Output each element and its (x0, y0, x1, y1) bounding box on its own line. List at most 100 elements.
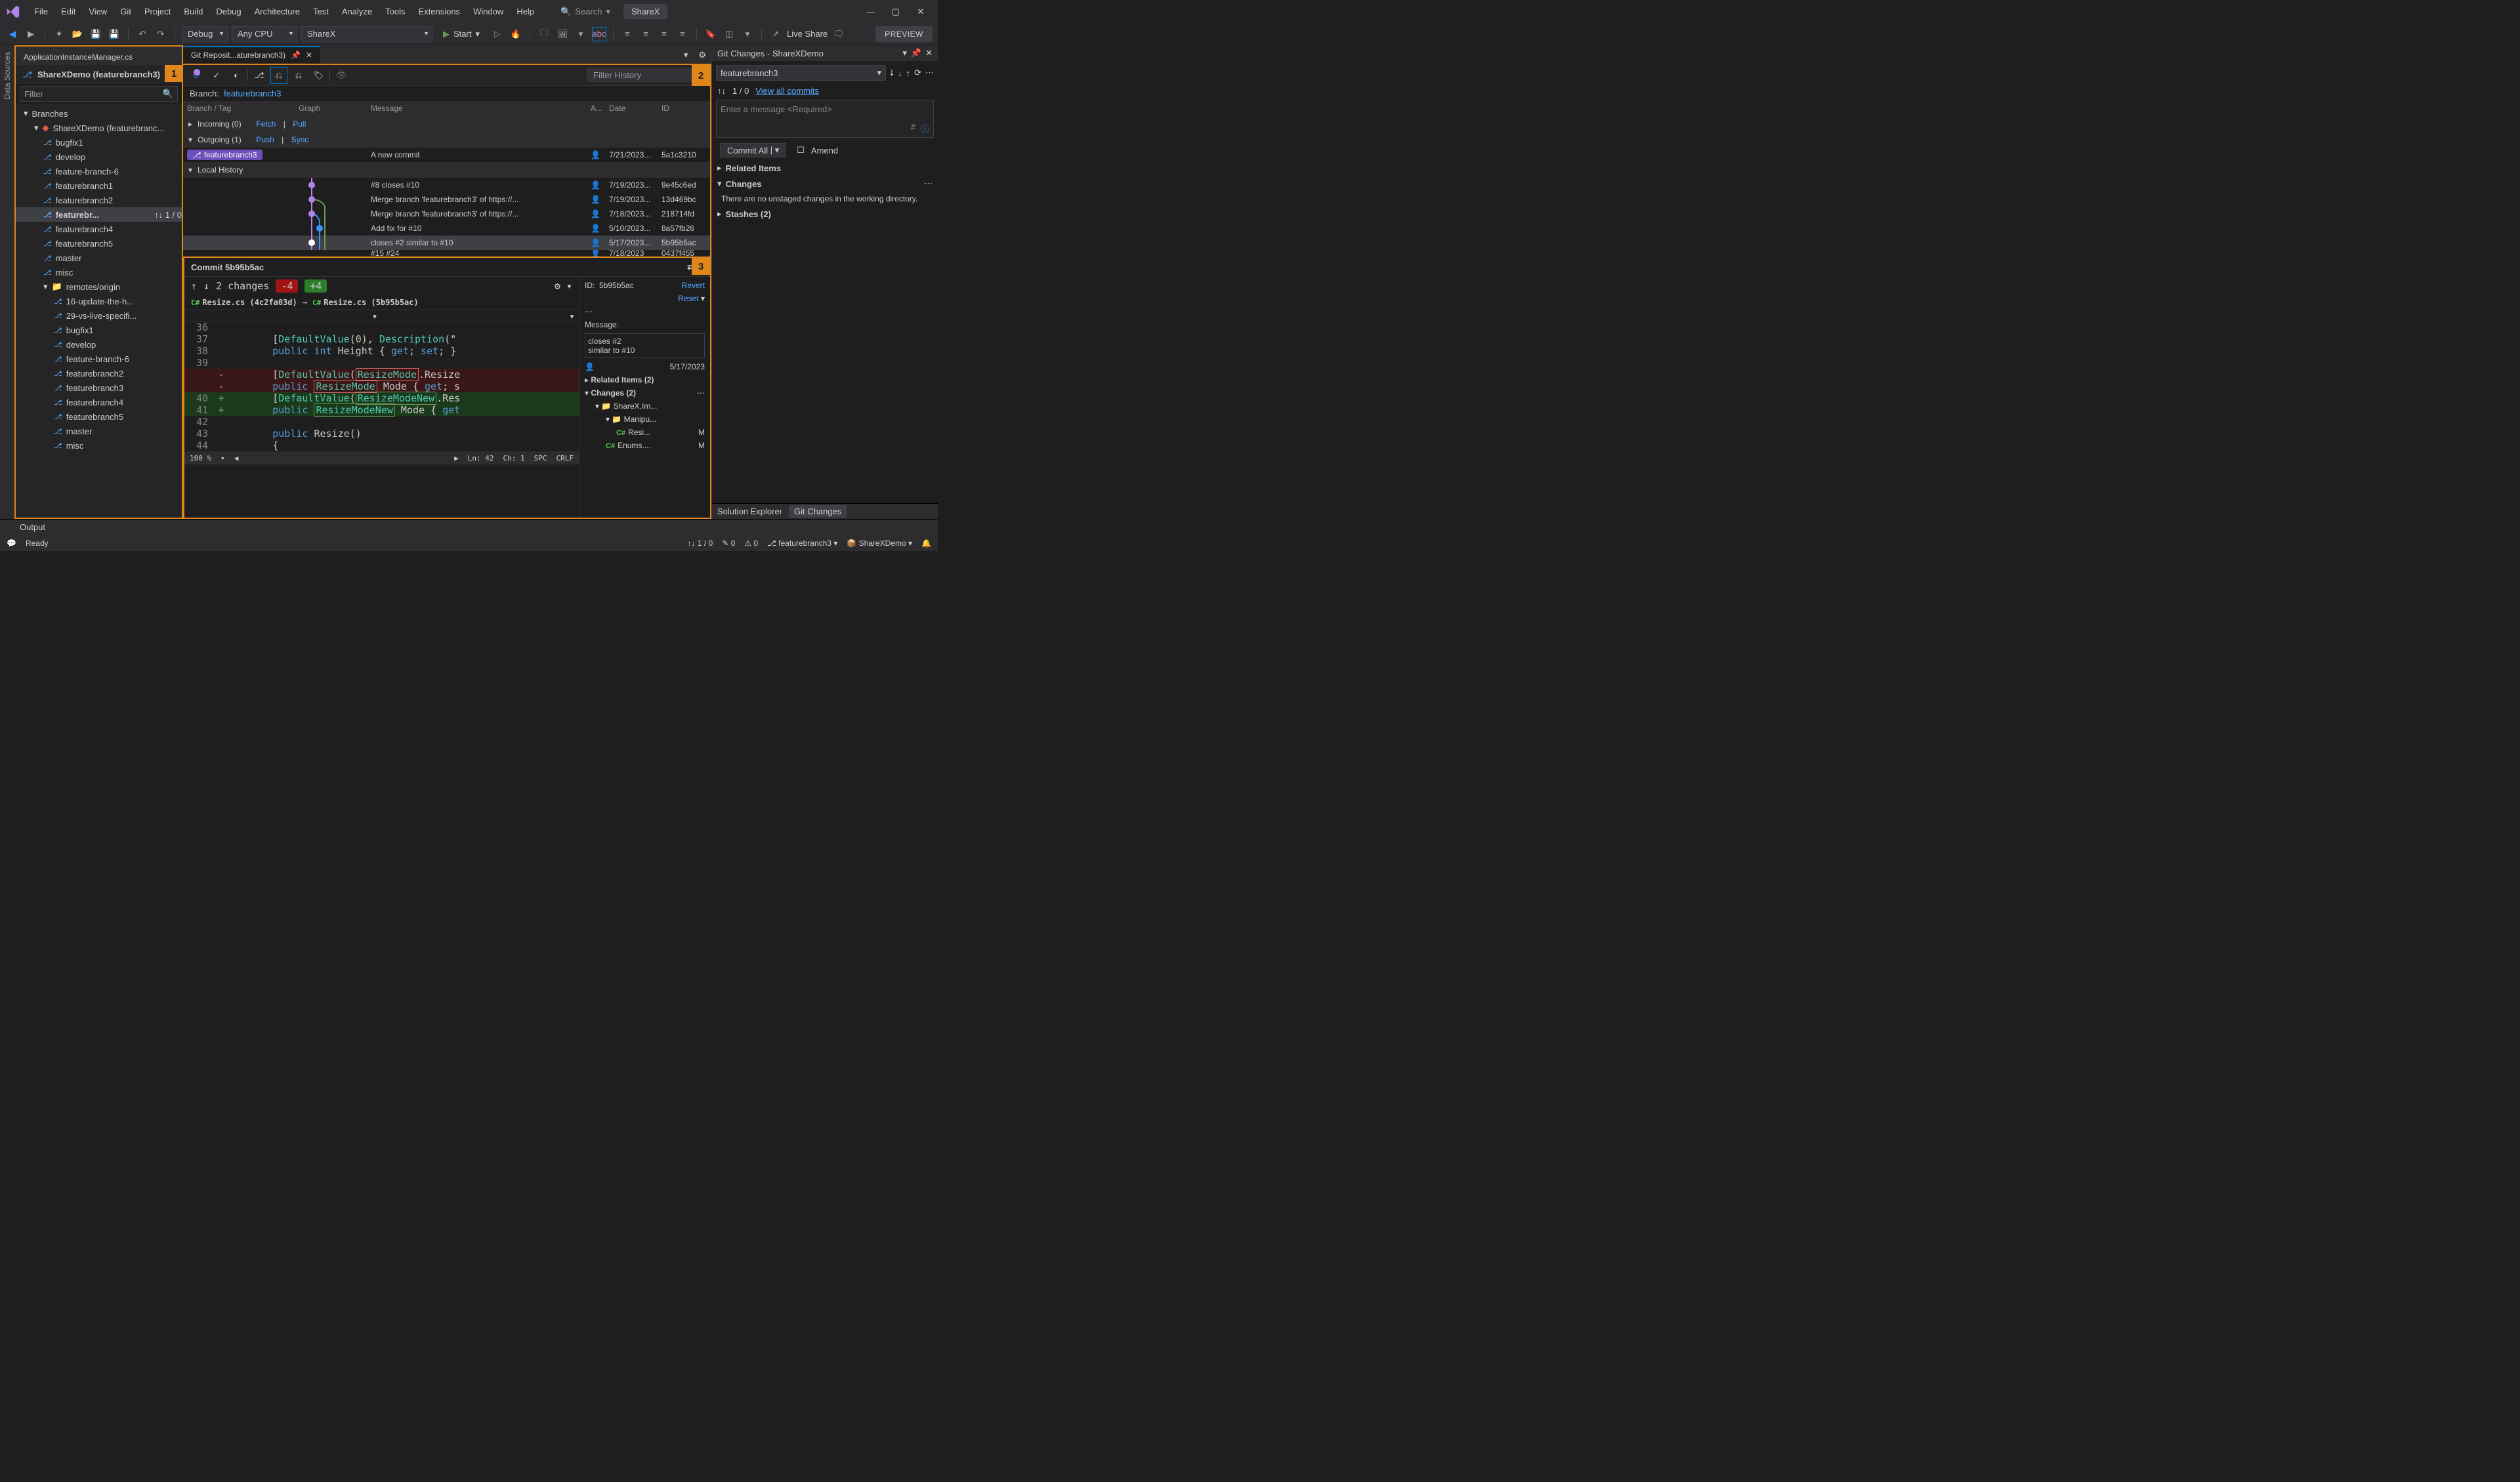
gear-icon[interactable]: ⚙ (693, 47, 711, 63)
close-button[interactable]: ✕ (914, 7, 927, 17)
graph3-icon[interactable]: ⎌ (290, 67, 307, 84)
new-item-icon[interactable]: ✦ (52, 27, 66, 41)
eraser-icon[interactable]: ◐ (228, 67, 245, 84)
tag-icon[interactable]: 🏷 (310, 67, 327, 84)
local-history-section[interactable]: ▾ Local History (183, 162, 710, 178)
close-panel-icon[interactable]: ✕ (925, 48, 933, 58)
menu-extensions[interactable]: Extensions (411, 4, 467, 19)
menu-help[interactable]: Help (510, 4, 541, 19)
status-repo[interactable]: ShareXDemo (859, 539, 906, 548)
status-branch[interactable]: featurebranch3 (778, 539, 831, 548)
branch-fb5[interactable]: ⎇featurebranch5 (16, 236, 182, 251)
up-arrow-icon[interactable]: ↑ (191, 280, 197, 292)
filter-input[interactable]: Filter 🔍 (20, 86, 178, 102)
menu-view[interactable]: View (82, 4, 114, 19)
remote-0[interactable]: ⎇16-update-the-h... (16, 294, 182, 308)
col-message[interactable]: Message (367, 101, 587, 115)
info-icon[interactable]: ⓘ (921, 122, 929, 134)
branch-link[interactable]: featurebranch3 (224, 89, 281, 98)
overflow-icon[interactable]: ▾ (574, 27, 588, 41)
sync-icon[interactable]: ⟳ (914, 68, 921, 78)
status-errors[interactable]: 0 (731, 539, 736, 548)
remote-1[interactable]: ⎇29-vs-live-specifi... (16, 308, 182, 323)
nav-back-icon[interactable]: ◀ (5, 27, 20, 41)
tree-resize[interactable]: Resi... (628, 428, 650, 437)
repo-node[interactable]: ▾ ◆ ShareXDemo (featurebranc... (16, 121, 182, 135)
remotes-node[interactable]: ▾ 📁 remotes/origin (16, 279, 182, 294)
remote-7[interactable]: ⎇featurebranch4 (16, 395, 182, 409)
menu-build[interactable]: Build (177, 4, 209, 19)
doc-dropdown-icon[interactable]: ▾ (679, 47, 694, 63)
outdent-icon[interactable]: ≡ (639, 27, 653, 41)
branch-fb2[interactable]: ⎇featurebranch2 (16, 193, 182, 207)
output-tab[interactable]: Output (20, 522, 45, 532)
gear-icon[interactable]: ⚙ ▾ (555, 280, 572, 292)
history-row-4[interactable]: closes #2 similar to #10👤5/17/2023...5b9… (183, 236, 710, 250)
solution-explorer-tab[interactable]: Solution Explorer (717, 506, 782, 516)
more-icon[interactable]: ⋯ (925, 68, 934, 78)
live-share-button[interactable]: Live Share (787, 29, 828, 39)
hash-icon[interactable]: # (911, 122, 915, 134)
branches-node[interactable]: ▾ Branches (16, 106, 182, 121)
preview-button[interactable]: PREVIEW (875, 26, 933, 42)
branch-fb4[interactable]: ⎇featurebranch4 (16, 222, 182, 236)
incoming-section[interactable]: ▸ Incoming (0) Fetch | Pull (183, 116, 710, 132)
tree-manipu[interactable]: Manipu... (624, 415, 656, 424)
menu-edit[interactable]: Edit (54, 4, 82, 19)
changes-tree[interactable]: Changes (2) (591, 388, 636, 398)
platform-dropdown[interactable]: Any CPU (232, 26, 297, 42)
related-items[interactable]: Related Items (2) (591, 375, 654, 384)
related-items-section[interactable]: Related Items (726, 163, 782, 173)
branch-bugfix1[interactable]: ⎇bugfix1 (16, 135, 182, 150)
menu-file[interactable]: File (28, 4, 54, 19)
zoom-level[interactable]: 100 % (190, 454, 211, 463)
branch-master[interactable]: ⎇master (16, 251, 182, 265)
pin-icon[interactable]: 📌 (291, 51, 301, 60)
config-dropdown[interactable]: Debug (182, 26, 228, 42)
hot-reload-icon[interactable]: 🔥 (509, 27, 523, 41)
nav-fwd-icon[interactable]: ▶ (24, 27, 38, 41)
push-icon[interactable]: ↑ (906, 68, 911, 78)
col-id[interactable]: ID (658, 101, 710, 115)
pull-link[interactable]: Pull (293, 119, 306, 129)
search-box[interactable]: 🔍 Search ▾ (560, 7, 610, 17)
doc-tab-inactive[interactable]: ApplicationInstanceManager.cs (16, 49, 140, 65)
menu-tools[interactable]: Tools (379, 4, 411, 19)
history-row-1[interactable]: Merge branch 'featurebranch3' of https:/… (183, 192, 710, 207)
menu-debug[interactable]: Debug (209, 4, 247, 19)
remote-3[interactable]: ⎇develop (16, 337, 182, 352)
comment-icon[interactable]: ≡ (657, 27, 671, 41)
branch-fb1[interactable]: ⎇featurebranch1 (16, 178, 182, 193)
start-button[interactable]: ▶Start▾ (436, 29, 486, 39)
browse-icon[interactable]: 🗀 (537, 27, 551, 41)
remote-2[interactable]: ⎇bugfix1 (16, 323, 182, 337)
open-folder-icon[interactable]: 📂 (70, 27, 85, 41)
remote-9[interactable]: ⎇master (16, 424, 182, 438)
minimize-button[interactable]: — (864, 7, 877, 16)
menu-analyze[interactable]: Analyze (335, 4, 379, 19)
chat-icon[interactable]: 💬 (7, 539, 16, 548)
doc-tab-active[interactable]: Git Reposit...aturebranch3) 📌 ✕ (183, 46, 320, 63)
spell-icon[interactable]: abc (592, 27, 606, 41)
col-branch[interactable]: Branch / Tag (183, 101, 295, 115)
status-warnings[interactable]: 0 (753, 539, 758, 548)
down-arrow-icon[interactable]: ↓ (203, 280, 209, 292)
tree-sharex[interactable]: ShareX.Im... (614, 401, 658, 411)
history-row-3[interactable]: Add fix for #10👤5/10/2023...8a57fb26 (183, 221, 710, 236)
undo-icon[interactable]: ↶ (135, 27, 150, 41)
branch-develop[interactable]: ⎇develop (16, 150, 182, 164)
indent-icon[interactable]: ≡ (620, 27, 635, 41)
menu-git[interactable]: Git (114, 4, 138, 19)
col-graph[interactable]: Graph (295, 101, 367, 115)
target-dropdown[interactable]: ShareX (301, 26, 432, 42)
menu-test[interactable]: Test (306, 4, 335, 19)
redo-icon[interactable]: ↷ (154, 27, 168, 41)
commit-message-input[interactable]: Enter a message <Required> #ⓘ (716, 100, 934, 138)
branch-selector[interactable]: featurebranch3 (716, 65, 886, 81)
history-row-0[interactable]: #8 closes #10👤7/19/2023...9e45c6ed (183, 178, 710, 192)
outgoing-section[interactable]: ▾ Outgoing (1) Push | Sync (183, 132, 710, 148)
maximize-button[interactable]: ▢ (889, 7, 902, 17)
graph-icon[interactable]: ⎇ (251, 67, 268, 84)
remote-5[interactable]: ⎇featurebranch2 (16, 366, 182, 381)
close-tab-icon[interactable]: ✕ (306, 51, 312, 60)
